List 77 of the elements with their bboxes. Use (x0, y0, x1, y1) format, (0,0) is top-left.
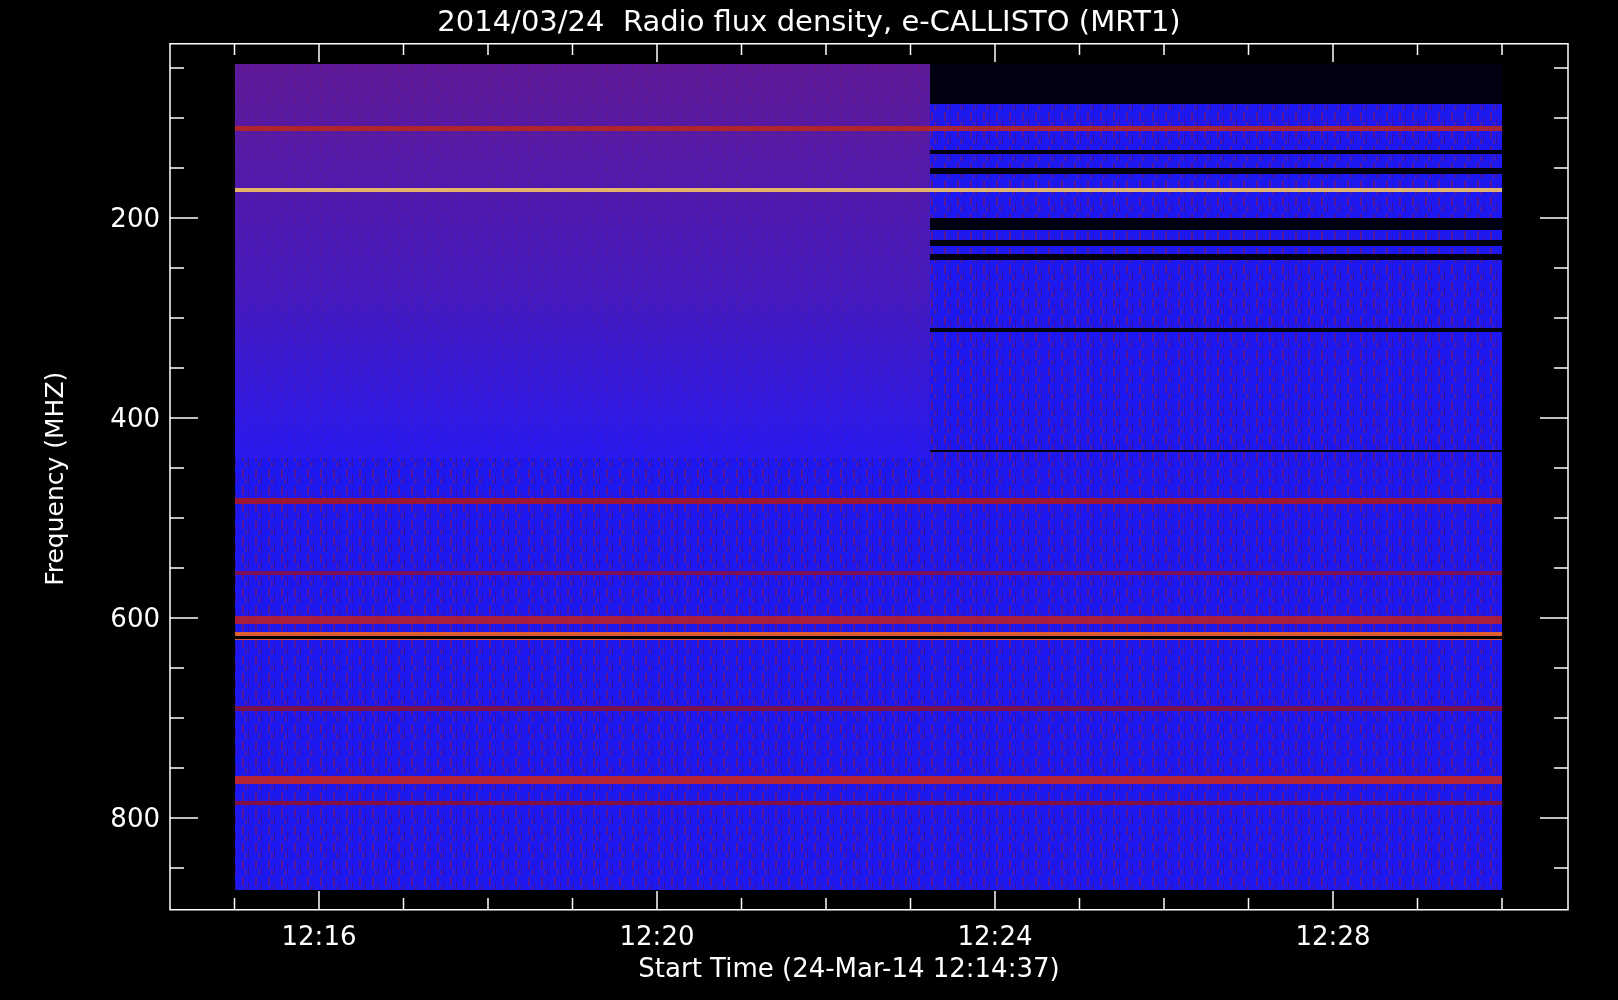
x-tick (740, 897, 743, 911)
x-tick-label: 12:20 (619, 921, 695, 951)
y-tick (169, 217, 199, 219)
y-tick (1539, 817, 1569, 819)
y-tick (1553, 717, 1569, 719)
x-tick-label: 12:16 (281, 921, 357, 951)
y-axis-label: Frequency (MHZ) (39, 371, 71, 587)
y-tick-label: 800 (110, 803, 160, 833)
y-tick (1553, 167, 1569, 169)
y-tick (169, 567, 185, 569)
y-tick (1553, 317, 1569, 319)
y-tick (1553, 767, 1569, 769)
x-tick (825, 897, 827, 911)
x-tick (1416, 897, 1419, 911)
x-tick (1501, 43, 1503, 56)
x-tick (994, 890, 996, 911)
x-tick (1332, 890, 1334, 911)
x-tick (1332, 43, 1334, 63)
x-tick (1163, 43, 1165, 56)
y-tick (169, 517, 185, 519)
y-tick (169, 167, 185, 169)
x-tick-label: 12:24 (957, 921, 1033, 951)
y-tick (1553, 367, 1569, 369)
x-tick (656, 890, 658, 911)
x-tick (487, 897, 489, 911)
y-tick (169, 867, 185, 869)
y-tick (169, 367, 185, 369)
y-tick (169, 417, 199, 419)
y-tick (1539, 417, 1569, 419)
y-tick (1539, 217, 1569, 219)
chart-title: 2014/03/24 Radio flux density, e-CALLISTO (MRT1) (437, 7, 1181, 36)
y-tick (169, 617, 199, 619)
y-tick (1553, 117, 1569, 119)
y-tick (169, 117, 185, 119)
y-tick (1553, 67, 1569, 69)
x-tick (1078, 43, 1081, 56)
x-tick (571, 897, 574, 911)
y-tick (1553, 517, 1569, 519)
x-tick-label: 12:28 (1295, 921, 1371, 951)
x-tick (1163, 897, 1165, 911)
x-tick (656, 43, 658, 63)
x-tick (909, 897, 912, 911)
x-tick (233, 43, 236, 56)
y-tick (1553, 867, 1569, 869)
y-tick (169, 267, 185, 269)
x-tick (402, 43, 405, 56)
y-tick (169, 67, 185, 69)
y-tick (1553, 567, 1569, 569)
x-tick (825, 43, 827, 56)
y-tick (1553, 467, 1569, 469)
y-tick (169, 317, 185, 319)
y-tick (1553, 267, 1569, 269)
x-tick (318, 890, 320, 911)
x-tick (1416, 43, 1419, 56)
y-tick (169, 767, 185, 769)
x-tick (1247, 897, 1250, 911)
x-axis-label: Start Time (24-Mar-14 12:14:37) (638, 955, 1060, 981)
y-tick (169, 667, 185, 669)
x-tick (318, 43, 320, 63)
x-tick (571, 43, 574, 56)
y-tick (1539, 617, 1569, 619)
x-tick (740, 43, 743, 56)
y-tick (169, 467, 185, 469)
y-tick (1553, 667, 1569, 669)
y-tick-label: 400 (110, 403, 160, 433)
x-tick (233, 897, 236, 911)
x-tick (909, 43, 912, 56)
x-tick (1078, 897, 1081, 911)
x-tick (1247, 43, 1250, 56)
y-tick-label: 200 (110, 203, 160, 233)
y-tick (169, 817, 199, 819)
x-tick (1501, 897, 1503, 911)
x-tick (994, 43, 996, 63)
x-tick (487, 43, 489, 56)
y-tick (169, 717, 185, 719)
x-tick (402, 897, 405, 911)
y-tick-label: 600 (110, 603, 160, 633)
